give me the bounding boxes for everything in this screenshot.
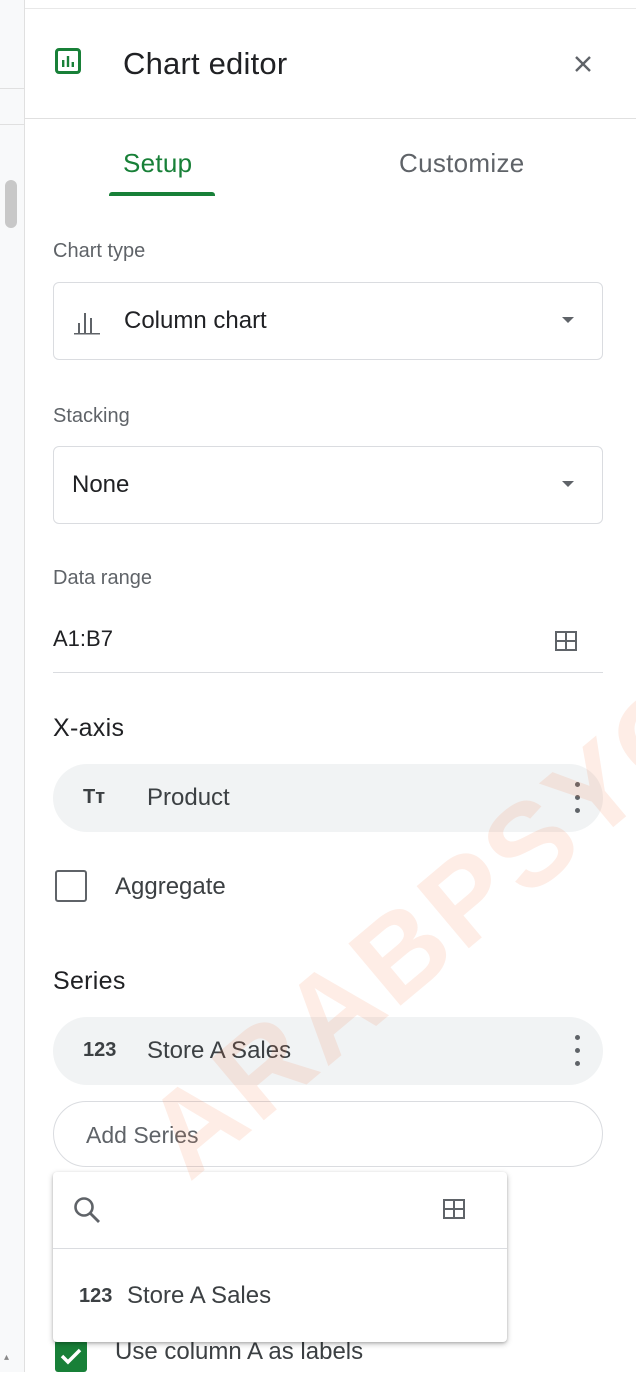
sheet-row-divider — [0, 124, 24, 125]
sheet-scrollbar-thumb[interactable] — [5, 180, 17, 228]
series-chip-label: Store A Sales — [147, 1037, 292, 1064]
editor-tabs: Setup Customize — [25, 120, 636, 200]
series-option-label: Store A Sales — [127, 1282, 272, 1309]
chart-type-label: Chart type — [53, 240, 146, 262]
more-vert-icon[interactable] — [575, 1035, 581, 1067]
data-range-field[interactable]: A1:B7 — [53, 618, 603, 673]
use-labels-checkbox[interactable] — [55, 1340, 87, 1372]
chart-type-value: Column chart — [124, 307, 267, 334]
add-series-button[interactable]: Add Series — [53, 1101, 603, 1167]
add-series-label: Add Series — [86, 1122, 199, 1148]
grid-select-icon[interactable] — [553, 628, 579, 659]
chevron-down-icon — [562, 481, 574, 487]
active-tab-indicator — [109, 192, 215, 196]
data-range-value: A1:B7 — [53, 626, 113, 651]
aggregate-label: Aggregate — [115, 873, 226, 900]
check-icon — [60, 1348, 82, 1365]
chart-editor-panel: Chart editor Setup Customize Chart type … — [25, 0, 636, 1372]
more-vert-icon[interactable] — [575, 782, 581, 814]
series-picker-dropdown: 123 Store A Sales — [53, 1172, 507, 1342]
stacking-select[interactable]: None — [53, 446, 603, 524]
search-icon — [71, 1194, 103, 1231]
number-type-icon: 123 — [79, 1285, 113, 1307]
series-option[interactable]: 123 Store A Sales — [53, 1272, 507, 1324]
sheet-row-divider — [0, 88, 24, 89]
x-axis-chip[interactable]: Tт Product — [53, 764, 603, 832]
column-chart-icon — [72, 307, 102, 342]
tab-customize[interactable]: Customize — [399, 148, 525, 179]
sheet-background-strip: ▴ — [0, 0, 25, 1372]
tab-setup[interactable]: Setup — [123, 148, 192, 179]
chevron-down-icon — [562, 317, 574, 323]
data-range-label: Data range — [53, 567, 152, 589]
x-axis-title: X-axis — [53, 714, 125, 742]
series-search-input[interactable] — [115, 1192, 419, 1230]
x-axis-chip-label: Product — [147, 784, 230, 811]
use-labels-label: Use column A as labels — [115, 1338, 364, 1365]
chart-editor-header: Chart editor — [25, 10, 636, 119]
number-type-icon: 123 — [83, 1039, 117, 1061]
scroll-down-arrow-icon[interactable]: ▴ — [4, 1352, 9, 1363]
aggregate-checkbox[interactable] — [55, 870, 87, 902]
panel-title: Chart editor — [123, 46, 288, 81]
close-icon[interactable] — [569, 50, 597, 78]
text-type-icon: Tт — [83, 786, 106, 808]
chart-type-select[interactable]: Column chart — [53, 282, 603, 360]
stacking-label: Stacking — [53, 405, 130, 427]
top-divider — [25, 8, 636, 9]
series-chip[interactable]: 123 Store A Sales — [53, 1017, 603, 1085]
stacking-value: None — [72, 471, 130, 498]
series-search-row — [53, 1172, 507, 1249]
series-title: Series — [53, 967, 126, 995]
grid-select-icon[interactable] — [441, 1196, 467, 1227]
chart-logo-icon — [55, 48, 81, 74]
